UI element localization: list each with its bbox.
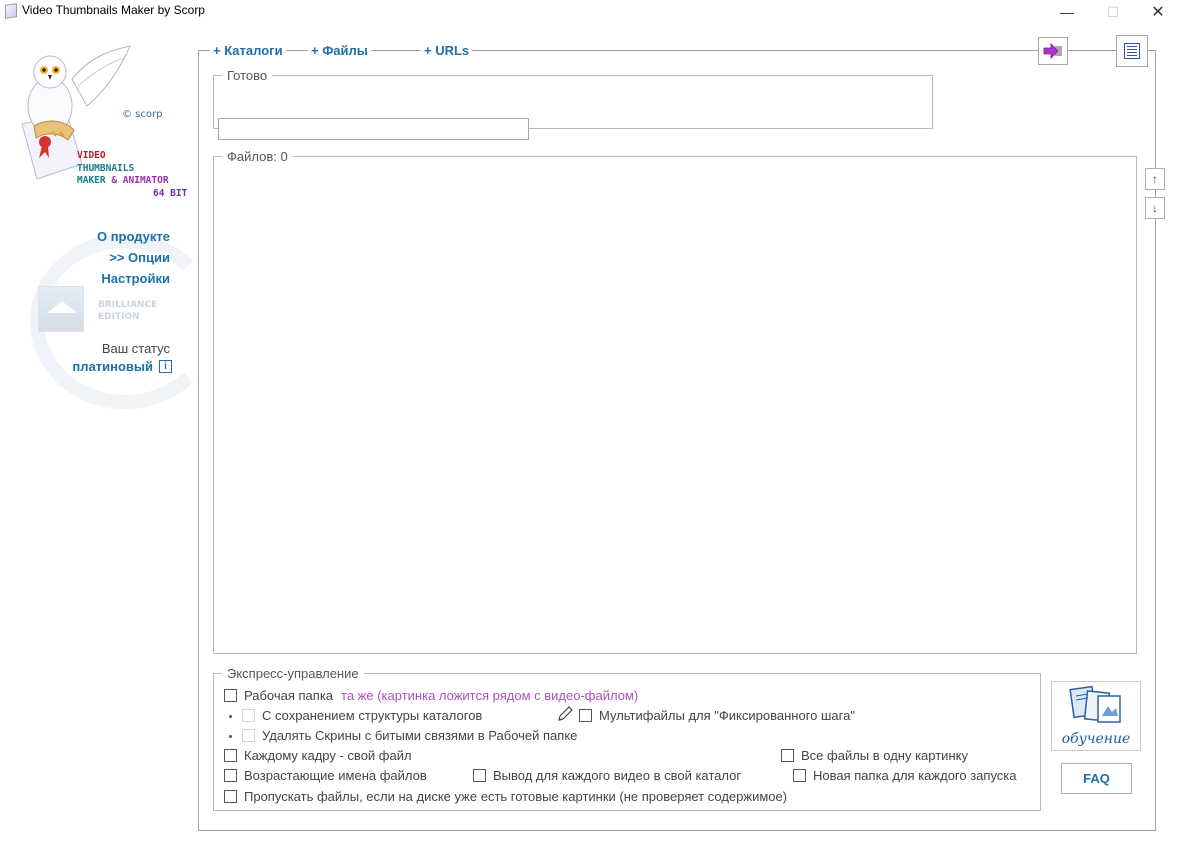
express-label: Экспресс-управление [222, 666, 364, 681]
all-in-one-label: Все файлы в одну картинку [801, 748, 968, 763]
product-logo-text: VIDEO THUMBNAILS MAKER & ANIMATOR 64 BIT [77, 150, 187, 200]
add-files-link[interactable]: + Файлы [308, 43, 371, 58]
logo-line-video: VIDEO [77, 150, 106, 161]
keep-structure-option[interactable]: С сохранением структуры каталогов [242, 708, 482, 723]
multifiles-label: Мультифайлы для "Фиксированного шага" [599, 708, 855, 723]
brilliance-line2: EDITION [98, 312, 140, 322]
training-button[interactable]: обучение [1051, 681, 1141, 751]
app-icon [5, 3, 17, 19]
logo-line-animator: ANIMATOR [122, 175, 169, 186]
info-icon[interactable]: i [159, 360, 172, 373]
window-title: Video Thumbnails Maker by Scorp [22, 3, 205, 17]
training-label: обучение [1061, 731, 1131, 747]
keep-structure-checkbox[interactable] [242, 709, 255, 722]
ready-label: Готово [222, 68, 273, 83]
all-in-one-option[interactable]: Все файлы в одну картинку [781, 748, 968, 763]
work-folder-checkbox[interactable] [224, 689, 237, 702]
frame-per-file-checkbox[interactable] [224, 749, 237, 762]
frame-per-file-label: Каждому кадру - свой файл [244, 748, 412, 763]
multifiles-option[interactable]: Мультифайлы для "Фиксированного шага" [579, 708, 855, 723]
ascending-names-checkbox[interactable] [224, 769, 237, 782]
delete-broken-label: Удалять Скрины с битыми связями в Рабоче… [262, 728, 578, 743]
delete-broken-option[interactable]: Удалять Скрины с битыми связями в Рабоче… [242, 728, 577, 743]
nav-settings-link[interactable]: Настройки [101, 271, 170, 286]
nav-about-link[interactable]: О продукте [97, 229, 170, 244]
new-folder-checkbox[interactable] [793, 769, 806, 782]
status-value[interactable]: платиновый i [72, 359, 172, 374]
status-value-text[interactable]: платиновый [72, 359, 153, 374]
own-folder-option[interactable]: Вывод для каждого видео в свой каталог [473, 768, 741, 783]
own-folder-checkbox[interactable] [473, 769, 486, 782]
logo-line-64bit: 64 BIT [153, 187, 188, 199]
files-count-label: Файлов: 0 [222, 149, 293, 164]
move-down-button[interactable]: ↓ [1145, 197, 1165, 219]
pencil-icon[interactable] [555, 704, 575, 724]
bullet [229, 715, 232, 718]
frame-per-file-option[interactable]: Каждому кадру - свой файл [224, 748, 412, 763]
add-catalogs-link[interactable]: + Каталоги [210, 43, 286, 58]
work-folder-label: Рабочая папка [244, 688, 334, 703]
work-folder-option[interactable]: Рабочая папка та же (картинка ложится ря… [224, 688, 638, 703]
maximize-button[interactable]: ☐ [1090, 0, 1136, 24]
work-folder-value-link[interactable]: та же (картинка ложится рядом с видео-фа… [341, 688, 638, 703]
skip-existing-checkbox[interactable] [224, 790, 237, 803]
move-up-button[interactable]: ↑ [1145, 168, 1165, 190]
logo-line-amp: & [105, 175, 123, 186]
multifiles-checkbox[interactable] [579, 709, 592, 722]
ascending-names-option[interactable]: Возрастающие имена файлов [224, 768, 427, 783]
files-list[interactable]: Файлов: 0 [213, 149, 1137, 654]
export-button[interactable] [1038, 37, 1068, 65]
brilliance-line1: BRILLIANCE [98, 300, 158, 310]
list-icon [1124, 43, 1140, 59]
copyright-mark: © scorp [122, 109, 163, 120]
status-label: Ваш статус [101, 341, 170, 356]
ascending-names-label: Возрастающие имена файлов [244, 768, 427, 783]
faq-button[interactable]: FAQ [1061, 763, 1132, 794]
delete-broken-checkbox[interactable] [242, 729, 255, 742]
progress-bar [218, 118, 529, 140]
all-in-one-checkbox[interactable] [781, 749, 794, 762]
brilliance-edition-label: BRILLIANCE EDITION [98, 299, 157, 323]
add-urls-link[interactable]: + URLs [421, 43, 473, 58]
skip-existing-option[interactable]: Пропускать файлы, если на диске уже есть… [224, 789, 787, 804]
close-button[interactable]: ✕ [1135, 0, 1181, 24]
sidebar: © scorp VIDEO THUMBNAILS MAKER & ANIMATO… [0, 24, 220, 850]
minimize-button[interactable]: — [1044, 0, 1090, 24]
logo-line-maker: MAKER [77, 175, 106, 186]
skip-existing-label: Пропускать файлы, если на диске уже есть… [244, 789, 788, 804]
own-folder-label: Вывод для каждого видео в свой каталог [493, 768, 742, 783]
keep-structure-label: С сохранением структуры каталогов [262, 708, 483, 723]
title-bar: Video Thumbnails Maker by Scorp — ☐ ✕ [0, 0, 1181, 24]
nav-options-link[interactable]: >> Опции [109, 250, 170, 265]
arrow-right-icon [1043, 43, 1062, 59]
new-folder-label: Новая папка для каждого запуска [813, 768, 1017, 783]
bullet [229, 735, 232, 738]
new-folder-option[interactable]: Новая папка для каждого запуска [793, 768, 1017, 783]
logo-line-thumbnails: THUMBNAILS [77, 162, 135, 174]
log-button[interactable] [1116, 35, 1148, 67]
brilliance-edition-icon [38, 286, 84, 332]
training-book-icon [1069, 685, 1121, 723]
